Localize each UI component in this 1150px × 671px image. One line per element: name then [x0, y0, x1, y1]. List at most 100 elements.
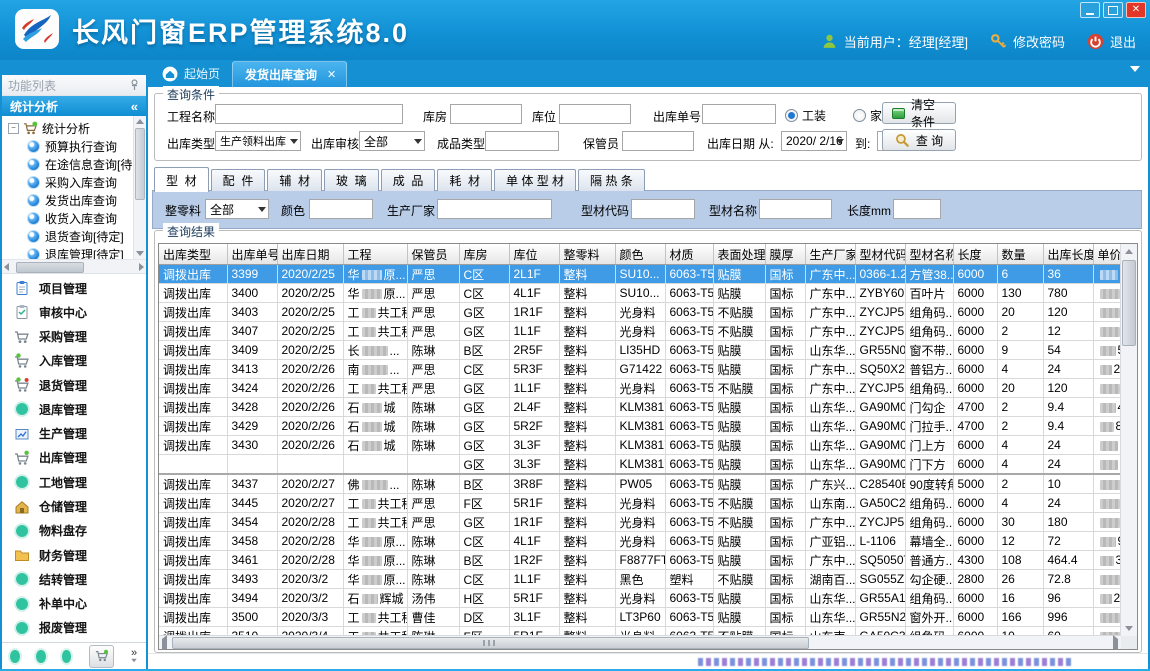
column-header-出库长度[interactable]: 出库长度 [1043, 244, 1093, 265]
tree-item[interactable]: 采购入库查询 [8, 173, 132, 191]
logout-button[interactable]: 退出 [1087, 32, 1136, 51]
sidebar-item-项目管理[interactable]: 项目管理 [2, 276, 146, 300]
out-type-combo[interactable]: 生产领料出库 [215, 131, 301, 151]
project-name-input[interactable] [215, 104, 403, 124]
table-row[interactable]: 调拨出库34302020/2/26石城陈琳G区3L3F整料KLM38176063… [159, 436, 1121, 455]
scroll-down-icon[interactable] [134, 248, 146, 259]
tab-shipping-outbound-query[interactable]: 发货出库查询 ✕ [232, 61, 347, 87]
column-header-库位[interactable]: 库位 [509, 244, 559, 265]
material-tab-3[interactable]: 辅 材 [267, 169, 322, 191]
collapse-icon[interactable]: « [131, 99, 138, 114]
sidebar-item-入库管理[interactable]: 入库管理 [2, 349, 146, 373]
material-tab-1[interactable]: 型 材 [154, 167, 209, 192]
column-header-出库类型[interactable]: 出库类型 [159, 244, 227, 265]
grid-vscroll-thumb[interactable] [1122, 260, 1136, 346]
sidebar-item-补单中心[interactable]: 补单中心 [2, 591, 146, 615]
factory-input[interactable] [437, 199, 552, 219]
table-row[interactable]: 调拨出库35002020/3/3工共工程曹佳D区3L1F整料LT3P606063… [159, 608, 1121, 627]
column-header-长度[interactable]: 长度 [953, 244, 997, 265]
column-header-颜色[interactable]: 颜色 [615, 244, 665, 265]
tab-close-icon[interactable]: ✕ [327, 68, 336, 81]
table-row[interactable]: 调拨出库34582020/2/28华原...陈琳C区4L1F整料光身料6063-… [159, 532, 1121, 551]
tree-horizontal-scrollbar[interactable] [2, 260, 146, 274]
table-row[interactable]: 调拨出库34242020/2/26工共工程严思G区1L1F整料光身料6063-T… [159, 379, 1121, 398]
column-header-型材代码[interactable]: 型材代码 [855, 244, 905, 265]
material-tab-8[interactable]: 隔 热 条 [578, 169, 645, 191]
tab-home[interactable]: 起始页 [150, 60, 232, 87]
table-row[interactable]: 调拨出库34372020/2/27佛...陈琳B区3R8F整料PW056063-… [159, 474, 1121, 494]
tree-item[interactable]: 在途信息查询[待 [8, 155, 132, 173]
table-row[interactable]: 调拨出库34292020/2/26石城陈琳G区5R2F整料KLM38176063… [159, 417, 1121, 436]
keeper-input[interactable] [622, 131, 694, 151]
column-header-生产厂家[interactable]: 生产厂家 [805, 244, 855, 265]
table-row[interactable]: 调拨出库34002020/2/25华原...严思C区4L1F整料SU10...6… [159, 284, 1121, 303]
material-tab-4[interactable]: 玻 璃 [324, 169, 379, 191]
tree-item[interactable]: 发货出库查询 [8, 191, 132, 209]
scroll-left-icon[interactable] [4, 260, 9, 273]
sidebar-item-审核中心[interactable]: 审核中心 [2, 300, 146, 324]
table-row[interactable]: 调拨出库33992020/2/25华原...严思C区2L1F整料SU10...6… [159, 265, 1121, 284]
material-tab-5[interactable]: 成 品 [381, 169, 436, 191]
product-type-input[interactable] [485, 131, 559, 151]
whole-piece-combo[interactable]: 全部 [205, 199, 269, 219]
column-header-单价[interactable]: 单价 [1093, 244, 1121, 265]
scroll-up-icon[interactable] [1121, 244, 1137, 259]
grid-hscroll-thumb[interactable] [172, 637, 809, 649]
sidebar-item-报废管理[interactable]: 报废管理 [2, 616, 146, 640]
tree-item[interactable]: 预算执行查询 [8, 137, 132, 155]
dock-overflow-button[interactable]: » [130, 649, 138, 663]
sidebar-item-财务管理[interactable]: 财务管理 [2, 543, 146, 567]
tree-hscroll-thumb[interactable] [16, 262, 84, 273]
sidebar-item-退库管理[interactable]: 退库管理 [2, 397, 146, 421]
sidebar-item-生产管理[interactable]: 生产管理 [2, 422, 146, 446]
sidebar-item-采购管理[interactable]: 采购管理 [2, 325, 146, 349]
table-row[interactable]: G区3L3F整料KLM38176063-T5贴膜国标山东华...GA90M09.… [159, 455, 1121, 475]
minimize-button[interactable] [1080, 2, 1100, 18]
clear-conditions-button[interactable]: 清空条件 [882, 102, 956, 124]
table-row[interactable]: 调拨出库34942020/3/2石辉城汤伟H区5R1F整料光身料6063-T5贴… [159, 589, 1121, 608]
tree-vertical-scrollbar[interactable] [133, 116, 146, 259]
scroll-right-icon[interactable] [139, 260, 144, 273]
column-header-工程[interactable]: 工程 [343, 244, 407, 265]
pin-icon[interactable] [129, 79, 140, 91]
stat-analysis-group-header[interactable]: 统计分析 « [2, 96, 146, 116]
table-row[interactable]: 调拨出库34542020/2/28工共工程严思G区1R1F整料光身料6063-T… [159, 513, 1121, 532]
tree-item[interactable]: 收货入库查询 [8, 209, 132, 227]
table-row[interactable]: 调拨出库34092020/2/25长...陈琳B区2R5F整料LI35HD606… [159, 341, 1121, 360]
column-header-库房[interactable]: 库房 [459, 244, 509, 265]
column-header-保管员[interactable]: 保管员 [407, 244, 459, 265]
color-input[interactable] [309, 199, 373, 219]
table-row[interactable]: 调拨出库34932020/3/2华原...陈琳C区1L1F整料黑色塑料不贴膜国标… [159, 570, 1121, 589]
table-row[interactable]: 调拨出库34032020/2/25工共工程严思G区1R1F整料光身料6063-T… [159, 303, 1121, 322]
tree-item[interactable]: 退货查询[待定] [8, 227, 132, 245]
column-header-出库日期[interactable]: 出库日期 [277, 244, 343, 265]
column-header-数量[interactable]: 数量 [997, 244, 1043, 265]
column-header-材质[interactable]: 材质 [665, 244, 713, 265]
material-tab-7[interactable]: 单 体 型 材 [494, 169, 576, 191]
audit-combo[interactable]: 全部 [359, 131, 425, 151]
dock-dot-icon[interactable] [10, 650, 20, 663]
table-row[interactable]: 调拨出库34612020/2/28华原...陈琳B区1R2F整料F8877FT6… [159, 551, 1121, 570]
change-password-button[interactable]: 修改密码 [990, 32, 1065, 51]
table-row[interactable]: 调拨出库34282020/2/26石城陈琳G区2L4F整料KLM38176063… [159, 398, 1121, 417]
scroll-down-icon[interactable] [1121, 621, 1137, 636]
dock-cart-button[interactable] [89, 645, 114, 668]
sidebar-item-工地管理[interactable]: 工地管理 [2, 470, 146, 494]
tree-root-node[interactable]: − 统计分析 [8, 119, 132, 137]
material-tab-6[interactable]: 耗 材 [437, 169, 492, 191]
sidebar-item-结转管理[interactable]: 结转管理 [2, 567, 146, 591]
radio-industrial[interactable]: 工装 [785, 107, 826, 124]
scroll-right-icon[interactable] [1113, 639, 1118, 650]
order-no-input[interactable] [702, 104, 776, 124]
sidebar-item-出库管理[interactable]: 出库管理 [2, 446, 146, 470]
tab-list-dropdown-icon[interactable] [1130, 72, 1140, 86]
column-header-表面处理[interactable]: 表面处理 [713, 244, 765, 265]
scroll-left-icon[interactable] [162, 639, 167, 650]
profile-code-input[interactable] [631, 199, 695, 219]
column-header-膜厚[interactable]: 膜厚 [765, 244, 805, 265]
search-button[interactable]: 查 询 [882, 129, 956, 151]
location-input[interactable] [559, 104, 631, 124]
tree-scroll-thumb[interactable] [135, 128, 145, 200]
dock-dot-icon[interactable] [36, 650, 46, 663]
length-input[interactable] [893, 199, 941, 219]
